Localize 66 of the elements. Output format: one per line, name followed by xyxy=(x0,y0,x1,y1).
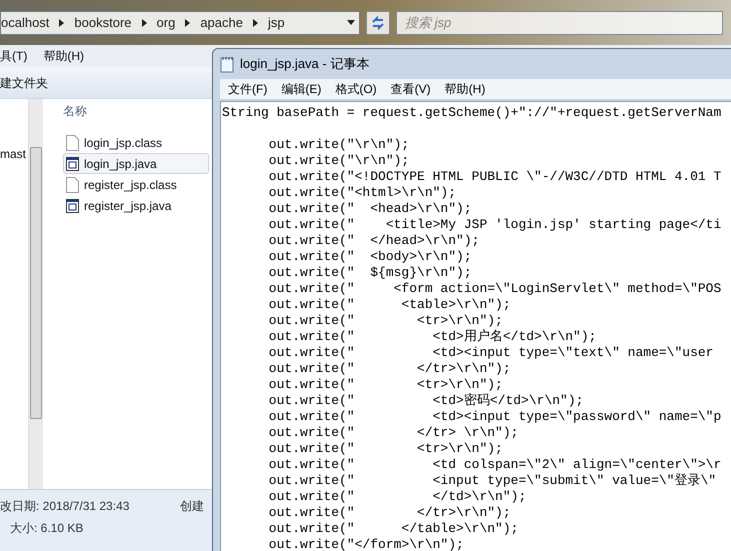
details-label: 创建 xyxy=(180,498,204,515)
code-file-icon xyxy=(66,156,79,170)
nav-item[interactable]: mast xyxy=(0,145,26,163)
blank-file-icon xyxy=(66,134,79,150)
code-line: out.write(" <td><input type=\"text\" name=\"user xyxy=(268,345,714,361)
chevron-icon xyxy=(185,18,190,26)
code-line: out.write(" ${msg}\r\n"); xyxy=(268,265,473,281)
chevron-icon xyxy=(59,18,64,26)
code-line: String basePath = request.getScheme()+"://"+request.getServerNam xyxy=(222,105,722,121)
code-line: out.write(" </table>\r\n"); xyxy=(268,521,520,537)
code-line: out.write(" <td><input type=\"password\" name=\"p xyxy=(268,409,722,425)
code-line: out.write(" <td>密码</td>\r\n"); xyxy=(268,393,584,409)
breadcrumb-item[interactable]: apache xyxy=(200,12,243,32)
menu-item[interactable]: 帮助(H) xyxy=(43,47,84,65)
breadcrumb-item[interactable]: jsp xyxy=(268,12,285,32)
code-line: out.write(" <tr>\r\n"); xyxy=(268,441,504,457)
code-line: out.write("<!DOCTYPE HTML PUBLIC \"-//W3C//DTD HTML 4.01 T xyxy=(268,169,722,185)
address-bar[interactable]: ocalhost bookstore org apache jsp xyxy=(0,10,360,34)
code-line: out.write("\r\n"); xyxy=(268,153,410,169)
menu-item[interactable]: 查看(V) xyxy=(390,80,431,98)
code-line: out.write(" </tr> \r\n"); xyxy=(268,425,520,441)
menu-item[interactable]: 文件(F) xyxy=(228,80,268,98)
detail-text: 大小: 6.10 KB xyxy=(10,520,84,537)
window-title: login_jsp.java - 记事本 xyxy=(240,55,370,74)
code-line: out.write(" </td>\r\n"); xyxy=(268,489,528,505)
code-line: out.write(" <head>\r\n"); xyxy=(268,201,473,217)
blank-file-icon xyxy=(66,176,79,192)
code-line: out.write(" </head>\r\n"); xyxy=(268,233,480,249)
code-line: out.write("\r\n"); xyxy=(268,137,410,153)
chevron-icon xyxy=(252,18,258,26)
code-line: out.write(" </tr>\r\n"); xyxy=(268,361,512,377)
search-field[interactable]: 搜索 jsp xyxy=(396,10,723,34)
scrollbar-thumb[interactable] xyxy=(30,147,42,419)
toolbar-button[interactable]: 建文件夹 xyxy=(0,74,48,92)
menu-item[interactable]: 编辑(E) xyxy=(281,80,322,98)
breadcrumb-item[interactable]: bookstore xyxy=(74,12,132,32)
code-line: out.write(" <td colspan=\"2\" align=\"center\">\r xyxy=(268,457,722,473)
file-item[interactable]: login_jsp.java xyxy=(63,153,209,174)
file-item[interactable]: register_jsp.java xyxy=(63,195,209,216)
code-line: out.write(" <tr>\r\n"); xyxy=(268,313,504,329)
breadcrumb-item[interactable]: ocalhost xyxy=(1,12,50,32)
code-line: out.write("<html>\r\n"); xyxy=(268,185,458,201)
code-line: out.write(" <td>用户名</td>\r\n"); xyxy=(268,329,598,345)
menu-item[interactable]: 帮助(H) xyxy=(444,80,486,98)
code-line: out.write(" <tr>\r\n"); xyxy=(268,377,504,393)
refresh-button[interactable] xyxy=(366,10,390,34)
code-line: out.write("</form>\r\n"); xyxy=(268,537,465,551)
scrollbar[interactable] xyxy=(28,99,43,489)
file-item[interactable]: login_jsp.class xyxy=(63,132,209,153)
chevron-icon xyxy=(142,18,147,26)
file-item[interactable]: register_jsp.class xyxy=(63,174,209,195)
column-header[interactable]: 名称 xyxy=(63,102,87,120)
refresh-arrows-icon xyxy=(371,16,385,30)
menu-item[interactable]: 格式(O) xyxy=(335,80,377,98)
code-line: out.write(" <body>\r\n"); xyxy=(268,249,473,265)
code-line: out.write(" <form action=\"LoginServlet\" method=\"POS xyxy=(268,281,722,297)
code-line: out.write(" <title>My JSP 'login.jsp' starting page</ti xyxy=(268,217,722,233)
breadcrumb-item[interactable]: org xyxy=(156,12,176,32)
notepad-icon xyxy=(220,56,234,72)
detail-text: 改日期: 2018/7/31 23:43 xyxy=(0,498,130,515)
menu-item[interactable]: 具(T) xyxy=(0,47,28,65)
caret-icon[interactable] xyxy=(347,20,355,25)
code-file-icon xyxy=(66,198,79,212)
code-line: out.write(" <input type=\"submit\" value=\"登录\" xyxy=(268,473,718,489)
code-line: out.write(" <table>\r\n"); xyxy=(268,297,512,313)
code-line: out.write(" </tr>\r\n"); xyxy=(268,505,512,521)
